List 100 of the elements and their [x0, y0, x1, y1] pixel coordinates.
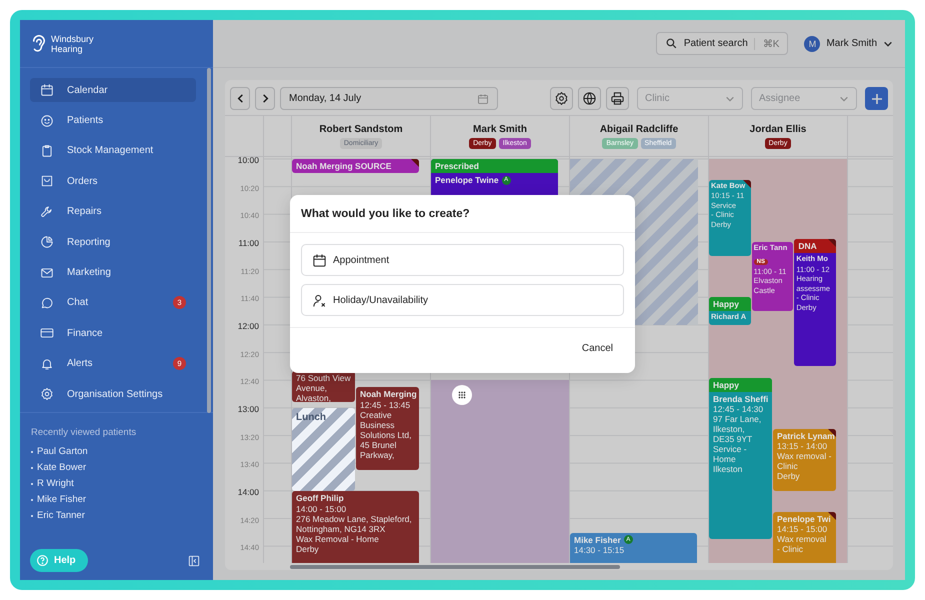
time-label: 12:00	[236, 322, 260, 333]
settings-button[interactable]	[550, 87, 573, 110]
option-label: Appointment	[333, 254, 390, 266]
add-button[interactable]	[865, 87, 888, 110]
scrollbar[interactable]	[207, 68, 211, 413]
time-label: 10:00	[236, 157, 260, 167]
appointment-card[interactable]: Noah Merging SOURCE	[292, 159, 419, 173]
create-option-button[interactable]: Holiday/Unavailability	[301, 284, 624, 316]
patient-search-button[interactable]: Patient search ⌘K	[656, 32, 788, 55]
appointment-detail: 97 Far Lane, Ilkeston, DE35 9YT	[713, 414, 762, 444]
recent-patient-link[interactable]: Mike Fisher	[37, 493, 86, 508]
previous-day-button[interactable]	[230, 87, 250, 110]
cancel-button[interactable]: Cancel	[572, 338, 623, 359]
appointment-card[interactable]: Happy Brenda Sheffi 12:45 - 14:30 97 Far Lane, Ilkeston, DE35 9YT Service - Home Ilkeston	[709, 378, 772, 540]
printer-icon	[610, 91, 625, 106]
gear-icon	[40, 387, 54, 402]
help-icon	[36, 554, 49, 567]
appointment-detail: 14:30 - 15:15	[574, 545, 626, 555]
settings-icon	[554, 91, 569, 106]
patient-name: Patrick Lynam	[777, 430, 835, 442]
date-field[interactable]: Monday, 14 July	[280, 87, 498, 110]
staff-name: Jordan Ellis	[750, 124, 806, 134]
user-name: Mark Smith	[826, 38, 877, 49]
staff-name: Mark Smith	[473, 124, 527, 134]
plus-icon	[870, 92, 882, 104]
break-title: Lunch	[295, 411, 327, 425]
appointment-detail: 276 Meadow Lane, Stapleford, Nottingham, NG14 3RX	[296, 514, 413, 534]
nav-item[interactable]: Calendar	[30, 78, 196, 102]
next-day-button[interactable]	[255, 87, 275, 110]
appointment-detail: 13:15 - 14:00	[777, 441, 828, 452]
nav-item[interactable]: Reporting	[30, 230, 196, 254]
patient-name: Penelope Twine	[435, 175, 499, 186]
wrench-icon	[40, 204, 54, 219]
appointment-detail: 14:00 - 15:00	[296, 504, 348, 514]
time-label: 13:00	[236, 406, 260, 416]
appointment-detail: 12:45 - 14:30	[713, 404, 764, 414]
calendar-icon	[40, 83, 54, 98]
status-label: Happy	[709, 297, 751, 312]
patient-name: Noah Merging SOURCE	[296, 161, 392, 172]
date-value: Monday, 14 July	[289, 93, 362, 104]
user-menu[interactable]: M Mark Smith	[804, 36, 893, 52]
appointment-detail: 12:45 - 13:45	[360, 400, 412, 410]
mail-icon	[40, 266, 54, 280]
pie-icon	[40, 235, 54, 250]
option-label: Holiday/Unavailability	[333, 294, 428, 306]
recent-patient-link[interactable]: Kate Bower	[37, 461, 86, 476]
nav-item[interactable]: Marketing	[30, 260, 196, 285]
collapse-sidebar-icon[interactable]	[187, 554, 201, 568]
appointment-detail: Derby	[296, 544, 320, 554]
staff-name: Abigail Radcliffe	[600, 124, 678, 134]
section-title: Recently viewed patients	[31, 427, 138, 438]
scrollbar[interactable]	[290, 565, 620, 569]
status-label: DNA	[794, 239, 836, 254]
chat-icon	[40, 296, 54, 310]
grid-dots-icon	[457, 390, 467, 400]
nav-item[interactable]: Finance	[30, 321, 196, 346]
appointment-card[interactable]: Patrick Lynam 13:15 - 14:00 Wax removal - Clinic Derby	[773, 428, 836, 491]
search-label: Patient search	[684, 38, 748, 49]
appointment-detail: Creative Business Solutions Ltd, 45 Brunel Parkway,	[360, 410, 413, 460]
create-option-button[interactable]: Appointment	[301, 244, 624, 276]
appointment-card[interactable]: Penelope Twi 14:15 - 15:00 Wax removal - Clinic	[773, 512, 836, 563]
appointment-card[interactable]: Noah Merging 12:45 - 13:45 Creative Business Solutions Ltd, 45 Brunel Parkway,	[356, 387, 419, 470]
patient-name: Brenda Sheffi	[713, 394, 768, 404]
nav-item[interactable]: Organisation Settings	[30, 382, 196, 406]
recent-patient-link[interactable]: Eric Tanner	[37, 509, 85, 524]
appointment-card[interactable]: Geoff Philip 14:00 - 15:00 276 Meadow Lane, Stapleford, Nottingham, NG14 3RX Wax Removal - Home Derby	[292, 491, 419, 563]
print-button[interactable]	[606, 87, 629, 110]
lunch-break-block[interactable]: Lunch	[292, 408, 355, 491]
appointment-detail: Derby	[777, 471, 801, 482]
avatar: M	[804, 36, 820, 52]
select-placeholder: Assignee	[759, 93, 800, 104]
recent-patient-link[interactable]: Paul Garton	[37, 445, 88, 460]
brand-name: Windsbury Hearing	[51, 34, 95, 54]
nav-item[interactable]: Stock Management	[30, 138, 196, 164]
calendar-icon	[312, 252, 327, 268]
patient-name: Geoff Philip	[296, 493, 344, 504]
staff-name: Robert Sandstom	[319, 124, 403, 134]
nav-item[interactable]: Repairs	[30, 200, 196, 224]
time-label: 11:00	[237, 240, 260, 250]
globe-icon	[582, 91, 597, 106]
appointment-detail: Wax removal	[777, 534, 828, 544]
nav-item[interactable]: Orders	[30, 169, 196, 194]
smile-icon	[40, 114, 54, 128]
patient-name: Noah Merging	[360, 389, 417, 400]
calendar-icon	[477, 92, 489, 104]
patient-name: Penelope Twi	[777, 514, 831, 524]
bell-icon	[40, 356, 54, 371]
appointment-detail: Wax Removal - Home	[296, 534, 380, 544]
recent-patient-link[interactable]: R Wright	[37, 477, 74, 492]
appointment-detail: Service - Home	[713, 444, 748, 464]
person-x-icon	[312, 292, 327, 308]
appointment-detail: Ilkeston	[713, 464, 744, 474]
keyboard-shortcut: ⌘K	[754, 38, 780, 50]
appointment-detail: - Clinic	[777, 544, 804, 554]
appointment-detail: Wax removal - Clinic	[777, 451, 832, 472]
globe-button[interactable]	[578, 87, 601, 110]
card-icon	[40, 326, 54, 340]
nav-item[interactable]: Patients	[30, 108, 196, 133]
bag-icon	[40, 174, 54, 188]
status-label: Happy	[709, 378, 772, 392]
